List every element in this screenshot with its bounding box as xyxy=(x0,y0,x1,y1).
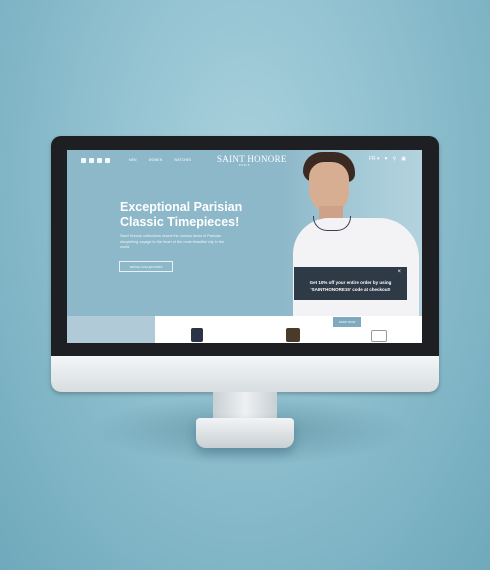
popup-message: Get 10% off your entire order by using '… xyxy=(302,279,399,293)
youtube-icon[interactable] xyxy=(97,158,102,163)
close-icon[interactable]: × xyxy=(397,269,401,275)
popup-line1: Get 10% off your entire order by using xyxy=(309,280,392,285)
watch-product-2[interactable] xyxy=(286,328,300,342)
hero-title-line1: Exceptional Parisian xyxy=(120,200,243,214)
menu-item-women[interactable]: WOMEN xyxy=(149,158,163,162)
facebook-icon[interactable] xyxy=(81,158,86,163)
website-screen: MEN WOMEN WATCHES SAINT HONORE PARIS FR … xyxy=(67,150,422,343)
instagram-icon[interactable] xyxy=(105,158,110,163)
social-icons xyxy=(81,158,110,163)
monitor-stand-base xyxy=(196,418,294,448)
monitor-chin xyxy=(51,356,439,392)
hero-title: Exceptional Parisian Classic Timepieces! xyxy=(120,200,270,230)
cart-icon[interactable]: ▣ xyxy=(401,156,406,162)
watch-product-3[interactable] xyxy=(371,330,387,342)
hero-title-line2: Classic Timepieces! xyxy=(120,215,240,229)
products-banner xyxy=(67,316,155,343)
main-menu: MEN WOMEN WATCHES xyxy=(129,158,191,162)
top-nav: MEN WOMEN WATCHES SAINT HONORE PARIS FR … xyxy=(67,150,422,172)
brand-logo-sub: PARIS xyxy=(239,164,251,167)
nav-tools: FR ▾ ♥ ⚲ ▣ xyxy=(369,156,406,162)
twitter-icon[interactable] xyxy=(89,158,94,163)
language-select[interactable]: FR ▾ xyxy=(369,156,380,162)
shop-now-button[interactable]: SHOP NOW xyxy=(333,317,361,327)
search-icon[interactable]: ⚲ xyxy=(393,156,397,162)
heart-icon[interactable]: ♥ xyxy=(385,156,388,162)
watch-product-1[interactable] xyxy=(191,328,203,342)
popup-line2: 'SAINTHONORE15' code at checkout! xyxy=(310,287,391,292)
products-strip: SHOP NOW xyxy=(67,316,422,343)
hero-paragraph: Saint Honore collections reveal the vari… xyxy=(120,234,225,249)
discount-popup: × Get 10% off your entire order by using… xyxy=(294,267,407,300)
watch-collections-button[interactable]: WATCH COLLECTIONS xyxy=(119,261,173,272)
brand-logo[interactable]: SAINT HONORE xyxy=(217,154,287,164)
menu-item-watches[interactable]: WATCHES xyxy=(174,158,191,162)
menu-item-men[interactable]: MEN xyxy=(129,158,137,162)
